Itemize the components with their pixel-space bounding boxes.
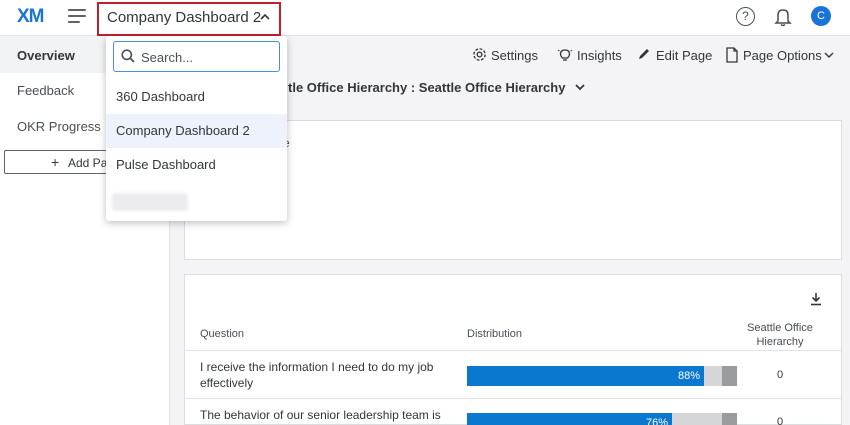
search-input[interactable]: [141, 48, 275, 66]
add-page-label: Add Pa: [68, 156, 108, 170]
bar-segment-neutral: [672, 413, 722, 425]
percent-label: 88%: [677, 370, 700, 382]
page-icon: [726, 47, 738, 63]
bell-icon[interactable]: [774, 7, 792, 27]
dashboard-selector[interactable]: Company Dashboard 2: [97, 2, 281, 36]
chevron-up-icon: [259, 11, 271, 25]
avatar[interactable]: C: [811, 6, 831, 26]
dashboard-dropdown: 360 Dashboard Company Dashboard 2 Pulse …: [106, 36, 287, 221]
dropdown-item-pulse-dashboard[interactable]: Pulse Dashboard: [106, 148, 287, 182]
row-divider: [184, 350, 842, 351]
table-row-question: The behavior of our senior leadership te…: [200, 408, 441, 422]
search-icon: [121, 49, 135, 63]
sidebar-item-feedback[interactable]: Feedback: [17, 83, 74, 98]
row-divider: [184, 398, 842, 399]
dropdown-item-company-dashboard-2[interactable]: Company Dashboard 2: [106, 114, 287, 148]
top-bar: XM Company Dashboard 2 ? C: [0, 0, 850, 36]
hierarchy-filter[interactable]: tle Office Hierarchy : Seattle Office Hi…: [288, 80, 585, 95]
xm-logo[interactable]: XM: [17, 6, 44, 28]
gear-icon: [473, 48, 486, 61]
pencil-icon: [639, 49, 649, 59]
chevron-down-icon: [824, 52, 834, 58]
plus-icon: +: [51, 154, 60, 170]
lightbulb-icon: [557, 49, 573, 61]
distribution-bar: 88%: [467, 366, 737, 386]
hierarchy-count: 0: [777, 416, 784, 425]
sidebar-item-overview[interactable]: Overview: [17, 48, 75, 63]
table-row-question: I receive the information I need to do m…: [200, 360, 434, 390]
edit-page-label: Edit Page: [656, 48, 713, 63]
hierarchy-count: 0: [777, 369, 784, 381]
dropdown-item-360-dashboard[interactable]: 360 Dashboard: [106, 80, 287, 114]
search-box[interactable]: [113, 41, 280, 72]
column-header-distribution: Distribution: [467, 328, 523, 340]
insights-label: Insights: [577, 48, 622, 63]
help-icon[interactable]: ?: [736, 7, 755, 26]
bar-segment-unfavorable: [722, 413, 737, 425]
hierarchy-filter-label: tle Office Hierarchy : Seattle Office Hi…: [288, 80, 566, 95]
settings-label: Settings: [491, 48, 538, 63]
bar-segment-unfavorable: [722, 366, 737, 386]
dropdown-item-redacted[interactable]: [112, 193, 188, 211]
dashboard-selector-label: Company Dashboard 2: [107, 9, 262, 26]
distribution-bar: 76%: [467, 413, 737, 425]
page-options-label: Page Options: [743, 48, 822, 63]
download-icon[interactable]: [810, 292, 822, 306]
column-header-question: Question: [200, 328, 245, 340]
chevron-down-icon: [575, 84, 585, 91]
sidebar-item-okr-progress[interactable]: OKR Progress: [17, 119, 101, 134]
bar-segment-neutral: [704, 366, 722, 386]
percent-label: 76%: [645, 417, 668, 425]
hamburger-menu-icon[interactable]: [68, 9, 86, 25]
column-header-hierarchy: Seattle Office Hierarchy: [747, 322, 813, 348]
